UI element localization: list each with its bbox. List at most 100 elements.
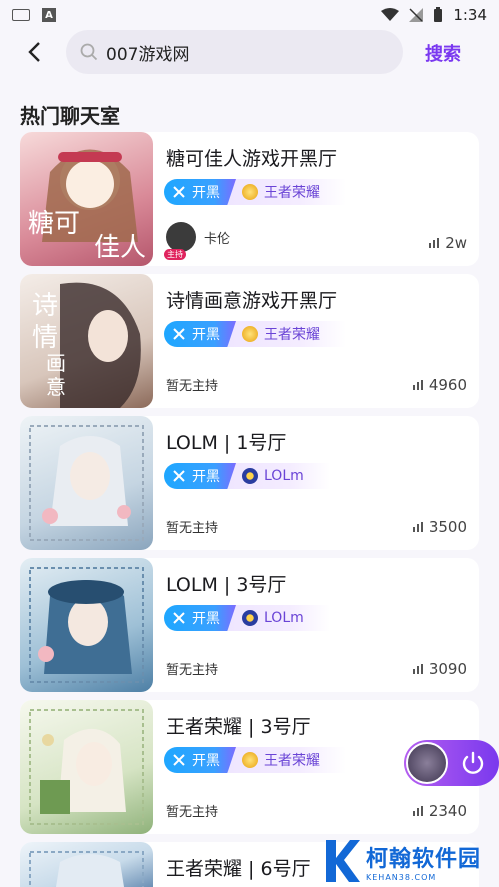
tag-kaihei: 开黑 [164,321,236,347]
room-cover [20,842,153,887]
room-cover [20,558,153,692]
host-name: 卡伦 [204,231,231,247]
game-label: 王者荣耀 [264,753,320,769]
room-title: 王者荣耀 | 3号厅 [166,716,311,738]
room-tags: 开黑 王者荣耀 [164,747,346,773]
tag-label: 开黑 [192,185,220,201]
heat-bars-icon [412,522,423,532]
swords-icon [173,186,185,198]
game-label: 王者荣耀 [264,327,320,343]
room-cover [20,416,153,550]
tag-label: 开黑 [192,611,220,627]
game-label: 王者荣耀 [264,185,320,201]
heat-bars-icon [429,238,440,248]
floating-room-player[interactable] [404,740,499,786]
host-info: 主持 卡伦 [164,222,231,260]
tag-kaihei: 开黑 [164,605,236,631]
heat-count: 3500 [412,518,467,536]
heat-value: 4960 [428,376,467,394]
keyboard-icon [12,9,30,21]
watermark-en: KEHAN38.COM [366,872,437,882]
search-button[interactable]: 搜索 [425,40,461,66]
tag-game: 王者荣耀 [228,321,346,347]
k-logo-icon [326,840,360,882]
host-name: 暂无主持 [166,663,219,678]
search-input[interactable] [106,42,346,62]
room-card[interactable]: 糖可 佳人 糖可佳人游戏开黑厅 开黑 王者荣耀 主持 卡伦 2w [20,132,479,266]
tag-game: LOLm [228,605,330,631]
room-tags: 开黑 王者荣耀 [164,321,346,347]
heat-count: 3090 [412,660,467,678]
lolm-icon [242,468,258,484]
heat-count: 2340 [412,802,467,820]
host-info: 暂无主持 [166,659,218,678]
heat-value: 3500 [428,518,467,536]
swords-icon [173,328,185,340]
tag-kaihei: 开黑 [164,463,236,489]
back-button[interactable] [22,40,46,64]
tag-kaihei: 开黑 [164,747,236,773]
swords-icon [173,612,185,624]
tag-label: 开黑 [192,469,220,485]
watermark: 柯翰软件园 KEHAN38.COM [322,835,499,887]
cover-title: 糖可 [28,209,80,239]
heat-value: 3090 [428,660,467,678]
room-title: 糖可佳人游戏开黑厅 [166,148,338,170]
heat-value: 2340 [428,802,467,820]
room-cover [20,700,153,834]
room-card[interactable]: LOLM | 3号厅 开黑 LOLm 暂无主持 3090 [20,558,479,692]
tag-game: 王者荣耀 [228,747,346,773]
room-title: LOLM | 1号厅 [166,432,287,454]
room-title: 王者荣耀 | 6号厅 [166,858,311,880]
heat-bars-icon [412,380,423,390]
honor-of-kings-icon [242,326,258,342]
room-card[interactable]: LOLM | 1号厅 开黑 LOLm 暂无主持 3500 [20,416,479,550]
room-title: 诗情画意游戏开黑厅 [166,290,338,312]
tag-label: 开黑 [192,327,220,343]
game-label: LOLm [264,468,304,484]
room-cover: 诗 情 画 意 [20,274,153,408]
section-title: 热门聊天室 [20,104,120,128]
watermark-cn: 柯翰软件园 [366,846,482,872]
room-cover: 糖可 佳人 [20,132,153,266]
host-info: 暂无主持 [166,801,218,820]
power-icon[interactable] [460,750,486,776]
status-bar: A 1:34 [0,0,499,30]
host-info: 暂无主持 [166,517,218,536]
search-icon [80,43,98,61]
wifi-icon [381,8,400,21]
cover-title-4: 意 [46,375,66,399]
cover-title-2: 佳人 [94,233,146,263]
lolm-icon [242,610,258,626]
tag-label: 开黑 [192,753,220,769]
room-avatar[interactable] [406,742,448,784]
tag-game: LOLm [228,463,330,489]
tag-kaihei: 开黑 [164,179,236,205]
room-card[interactable]: 诗 情 画 意 诗情画意游戏开黑厅 开黑 王者荣耀 暂无主持 4960 [20,274,479,408]
room-tags: 开黑 LOLm [164,463,330,489]
heat-count: 2w [429,234,467,252]
swords-icon [173,754,185,766]
host-name: 暂无主持 [166,805,219,820]
room-tags: 开黑 LOLm [164,605,330,631]
swords-icon [173,470,185,482]
battery-icon [434,7,443,22]
a-notification-icon: A [42,8,56,22]
honor-of-kings-icon [242,184,258,200]
host-name: 暂无主持 [166,379,219,394]
chevron-left-icon [28,42,40,62]
cover-title: 诗 [32,291,58,321]
host-badge: 主持 [164,249,186,260]
room-title: LOLM | 3号厅 [166,574,287,596]
heat-value: 2w [445,234,467,252]
search-box[interactable] [66,30,403,74]
heat-bars-icon [412,664,423,674]
heat-bars-icon [412,806,423,816]
game-label: LOLm [264,610,304,626]
search-header: 搜索 [0,30,499,74]
clock: 1:34 [453,6,487,24]
cover-title-2: 情 [32,323,58,353]
heat-count: 4960 [412,376,467,394]
host-name: 暂无主持 [166,521,219,536]
host-avatar: 主持 [164,222,196,260]
